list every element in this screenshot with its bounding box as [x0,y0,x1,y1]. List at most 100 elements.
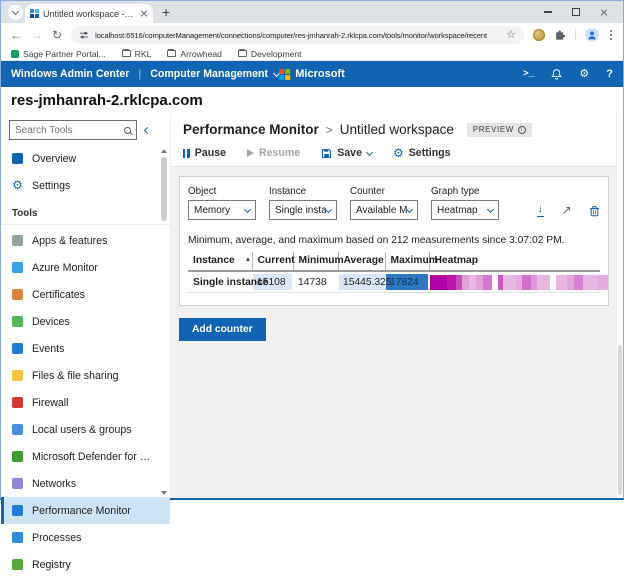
heatmap-strip [430,275,599,290]
sidebar-item-microsoft-defender-for-cloud[interactable]: Microsoft Defender for Cloud [1,443,170,470]
sidebar-item-processes[interactable]: Processes [1,524,170,551]
extensions-puzzle-icon[interactable] [554,29,566,41]
sidebar-item-label: Settings [32,180,84,192]
solution-dropdown[interactable]: Computer Management [150,68,279,80]
sidebar-item-label: Overview [32,153,90,165]
sidebar-item-events[interactable]: Events [1,335,170,362]
sidebar-item-label: Events [32,343,78,355]
breadcrumb-tool[interactable]: Performance Monitor [183,122,319,137]
files-file-sharing-icon [12,370,23,381]
address-bar[interactable]: localhost:6516/computerManagement/connec… [71,26,524,44]
graph-type-select[interactable]: Heatmap [431,200,499,220]
bookmark-star-icon[interactable]: ☆ [506,30,516,41]
sidebar-item-devices[interactable]: Devices [1,308,170,335]
sidebar-item-azure-monitor[interactable]: Azure Monitor [1,254,170,281]
counter-select[interactable]: Available MI [350,200,418,220]
sidebar-collapse-button[interactable] [144,126,151,133]
column-header-heatmap[interactable]: Heatmap [429,252,600,271]
heatmap-cell [483,275,492,290]
window-minimize-button[interactable] [544,11,552,12]
browser-toolbar: ← → ↻ localhost:6516/computerManagement/… [1,23,623,47]
info-icon[interactable]: i [518,126,526,134]
extension-icon[interactable] [533,29,545,41]
help-icon[interactable]: ? [606,69,613,80]
minimum-cell: 14738 [293,271,338,293]
window-close-button[interactable] [600,8,609,16]
search-box[interactable] [9,120,137,140]
pause-button[interactable]: Pause [183,147,226,159]
sidebar-item-certificates[interactable]: Certificates [1,281,170,308]
resume-button[interactable]: Resume [247,147,300,159]
profile-avatar[interactable] [585,28,599,42]
sidebar-item-label: Microsoft Defender for Cloud [32,451,170,463]
scroll-up-button[interactable] [161,149,167,153]
notifications-bell-icon[interactable] [551,68,562,80]
bookmark-arrowhead[interactable]: Arrowhead [167,49,222,59]
sidebar-item-local-users-groups[interactable]: Local users & groups [1,416,170,443]
heatmap-cell [469,275,476,290]
sidebar-item-settings[interactable]: ⚙Settings [1,172,170,199]
azure-monitor-icon [12,262,23,273]
reload-button[interactable]: ↻ [52,29,62,41]
settings-gear-icon[interactable]: ⚙ [579,69,589,80]
scroll-down-button[interactable] [161,491,167,495]
column-header-label: Heatmap [435,255,479,266]
microsoft-logo-text: Microsoft [295,68,345,80]
settings-label: Settings [409,147,451,159]
wac-brand[interactable]: Windows Admin Center [11,68,129,80]
column-header-current[interactable]: Current [252,252,293,271]
sidebar-item-networks[interactable]: Networks [1,470,170,497]
save-button[interactable]: Save [321,147,372,159]
object-select[interactable]: Memory [188,200,256,220]
field-label: Instance [269,186,337,197]
expand-icon[interactable] [561,205,572,216]
sidebar-item-files-file-sharing[interactable]: Files & file sharing [1,362,170,389]
scrollbar-thumb[interactable] [161,157,167,221]
scrollbar-thumb[interactable] [618,345,622,495]
back-button[interactable]: ← [10,29,22,41]
bookmark-sage-partner-portal[interactable]: Sage Partner Portal... [11,49,106,59]
sidebar-scrollbar[interactable] [159,147,169,497]
bookmark-development[interactable]: Development [238,49,302,59]
column-header-maximum[interactable]: Maximum [385,252,429,271]
sidebar-item-label: Networks [32,478,90,490]
column-header-average[interactable]: Average [338,252,385,271]
heatmap-cell [476,275,483,290]
settings-gear-icon: ⚙ [393,147,404,159]
add-counter-button[interactable]: Add counter [179,318,266,341]
bookmark-rkl[interactable]: RKL [122,49,152,59]
main-scrollbar[interactable] [616,113,623,498]
counter-card: ObjectMemoryInstanceSingle instarCounter… [179,176,609,306]
tab-search-button[interactable] [8,5,23,20]
bookmark-label: RKL [135,49,152,59]
preview-badge: PREVIEW i [467,123,532,137]
browser-tab[interactable]: Untitled workspace - Performan [25,4,153,23]
browser-menu-button[interactable] [608,30,614,39]
tools-section-label: Tools [1,199,170,225]
delete-trash-icon[interactable] [589,205,600,217]
settings-button[interactable]: ⚙ Settings [393,147,451,159]
sidebar-item-performance-monitor[interactable]: Performance Monitor [1,497,170,524]
column-header-minimum[interactable]: Minimum [293,252,338,271]
tab-close-icon[interactable] [140,10,148,18]
sidebar-item-firewall[interactable]: Firewall [1,389,170,416]
sidebar-item-apps-features[interactable]: Apps & features [1,227,170,254]
new-tab-button[interactable]: + [162,5,170,19]
sidebar-item-overview[interactable]: Overview [1,145,170,172]
download-icon[interactable]: ↓ [537,204,545,217]
powershell-icon[interactable]: >_ [523,69,534,79]
column-header-instance[interactable]: Instance▲ [188,252,252,271]
play-icon [247,149,254,157]
forward-button[interactable]: → [31,29,43,41]
instance-select[interactable]: Single instar [269,200,337,220]
window-maximize-button[interactable] [572,8,580,16]
bookmark-label: Sage Partner Portal... [23,49,106,59]
networks-icon [12,478,23,489]
sidebar-item-label: Registry [32,559,85,571]
site-info-icon[interactable] [79,30,89,40]
heatmap-cell [537,275,550,290]
sidebar-item-registry[interactable]: Registry [1,551,170,578]
select-value: Available MI [356,205,407,216]
workspace-area: ObjectMemoryInstanceSingle instarCounter… [171,167,616,498]
search-input[interactable] [15,125,120,136]
